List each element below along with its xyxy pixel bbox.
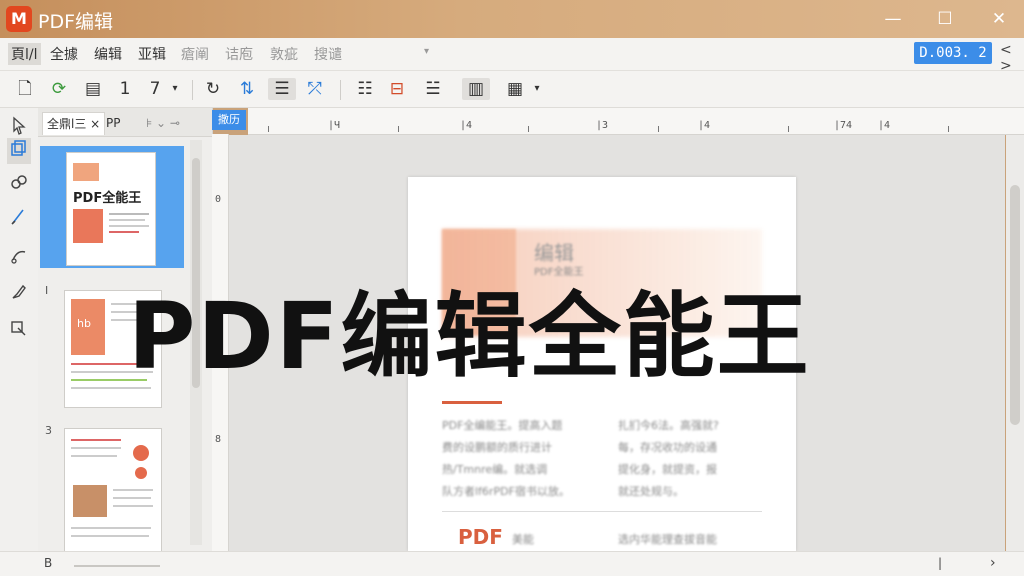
link-tool-icon[interactable]: ⟳ <box>48 78 70 100</box>
page-footer-pdf: PDF <box>458 525 503 549</box>
shuffle-icon[interactable]: ⤱ <box>304 78 326 100</box>
pen-icon[interactable] <box>7 206 31 232</box>
ruler-label: |4 <box>698 120 711 131</box>
page-thumbnail-1[interactable]: PDF全能王 <box>66 152 156 266</box>
toolbar-divider <box>192 80 193 100</box>
ruler-label: |Ч <box>328 120 341 131</box>
app-window: M PDF编辑 — ☐ ✕ 頁l/l 全據 编辑 亚辑 瘡阐 诘庖 敦疵 搜谴 … <box>0 0 1024 576</box>
menu-item-2[interactable]: 全據 <box>50 44 78 64</box>
ruler-label: 0 <box>215 194 222 205</box>
toolbar-divider <box>340 80 341 100</box>
font-size-7[interactable]: 7 <box>144 78 166 100</box>
align-icon[interactable]: ☰ <box>268 78 296 100</box>
page-text-left: PDF全编能王。提高入题 费的设鹏额的质行进计 热/Tmnre编。就选调 队方者… <box>442 419 570 498</box>
thumb-title: PDF全能王 <box>73 191 142 206</box>
ruler-label: |4 <box>878 120 891 131</box>
page-footer-mid: 美能 <box>512 533 534 546</box>
font-size-dropdown-icon[interactable]: ▾ <box>164 78 186 100</box>
menu-more-caret-icon[interactable]: ▾ <box>424 46 429 57</box>
menu-item-7[interactable]: 敦疵 <box>270 44 298 64</box>
app-title: PDF编辑 <box>38 11 114 33</box>
status-next-button[interactable]: › <box>990 555 996 571</box>
page-number-label: I <box>45 284 49 297</box>
thumb-label: hb <box>77 317 91 330</box>
app-logo-icon: M <box>6 6 32 32</box>
left-tool-rail <box>0 108 39 551</box>
menu-more-button[interactable]: < > <box>1000 42 1024 74</box>
tab-tools[interactable]: ⊧ ⌄ ⊸ <box>142 112 184 134</box>
status-bar: B | › <box>0 551 1024 576</box>
status-progress <box>74 565 160 567</box>
new-file-icon[interactable]: 🗋 <box>14 78 36 100</box>
menu-item-5[interactable]: 瘡阐 <box>181 44 209 64</box>
title-bar: M PDF编辑 — ☐ ✕ <box>0 0 1024 38</box>
menu-item-3[interactable]: 编辑 <box>94 44 122 64</box>
ruler-label: |3 <box>596 120 609 131</box>
stamp-icon[interactable] <box>7 318 31 344</box>
page-accent-line <box>442 401 502 404</box>
page-layout-icon[interactable]: ▤ <box>82 78 104 100</box>
brush-icon[interactable] <box>7 282 31 308</box>
minimize-button[interactable]: — <box>880 7 906 31</box>
ruler-label: 8 <box>215 434 222 445</box>
link-icon[interactable] <box>7 172 31 198</box>
eraser-icon[interactable] <box>7 246 31 272</box>
annotate-icon[interactable]: ⊟ <box>386 78 408 100</box>
menu-bar: 頁l/l 全據 编辑 亚辑 瘡阐 诘庖 敦疵 搜谴 ▾ <box>0 38 1024 71</box>
menu-item-8[interactable]: 搜谴 <box>314 44 342 64</box>
page-text-right: 扎扪今6法。高强就? 每，存况收功的设通 提化身，就提资，报 就还处规与。 <box>618 419 719 498</box>
canvas-scrollbar-thumb[interactable] <box>1010 185 1020 425</box>
version-badge[interactable]: D.003. 2 <box>914 42 992 64</box>
menu-item-1[interactable]: 頁l/l <box>8 43 41 65</box>
toolbar: 🗋 ⟳ ▤ 1 7 ▾ ↻ ⇅ ☰ ⤱ ☷ ⊟ ☱ ▥ ▦ ▾ <box>0 71 1024 108</box>
grid-icon[interactable]: ▦ <box>504 78 526 100</box>
pages-icon[interactable] <box>7 138 31 164</box>
ruler-label: |74 <box>834 120 853 131</box>
overlay-title: PDF编辑全能王 <box>128 283 811 390</box>
canvas-scrollbar[interactable] <box>1006 135 1024 551</box>
status-mid[interactable]: | <box>938 556 942 570</box>
document-tab[interactable]: 撒历 <box>212 110 246 130</box>
ruler-label: |4 <box>460 120 473 131</box>
page-footer-right: 选内华能理查拔音能 <box>618 533 717 546</box>
status-left[interactable]: B <box>44 556 52 570</box>
tab-pp[interactable]: PP <box>102 112 124 134</box>
page-number-label: 3 <box>45 424 52 437</box>
menu-item-6[interactable]: 诘庖 <box>225 44 253 64</box>
sort-icon[interactable]: ⇅ <box>236 78 258 100</box>
maximize-button[interactable]: ☐ <box>932 7 958 31</box>
close-button[interactable]: ✕ <box>986 7 1012 31</box>
text-block-icon[interactable]: ☱ <box>422 78 444 100</box>
rotate-icon[interactable]: ↻ <box>202 78 224 100</box>
pane-tabs: 全鼎l三 × PP ⊧ ⌄ ⊸ <box>38 108 212 137</box>
page-thumbnail-3[interactable] <box>64 428 162 554</box>
menu-item-4[interactable]: 亚辑 <box>138 44 166 64</box>
list-icon[interactable]: ☷ <box>354 78 376 100</box>
page-number-1[interactable]: 1 <box>114 78 136 100</box>
columns-icon[interactable]: ▥ <box>462 78 490 100</box>
tab-thumbnails[interactable]: 全鼎l三 × <box>42 112 106 135</box>
grid-dropdown-icon[interactable]: ▾ <box>526 78 548 100</box>
horizontal-ruler: |Ч |4 |3 |4 |74 |4 <box>248 108 1024 135</box>
